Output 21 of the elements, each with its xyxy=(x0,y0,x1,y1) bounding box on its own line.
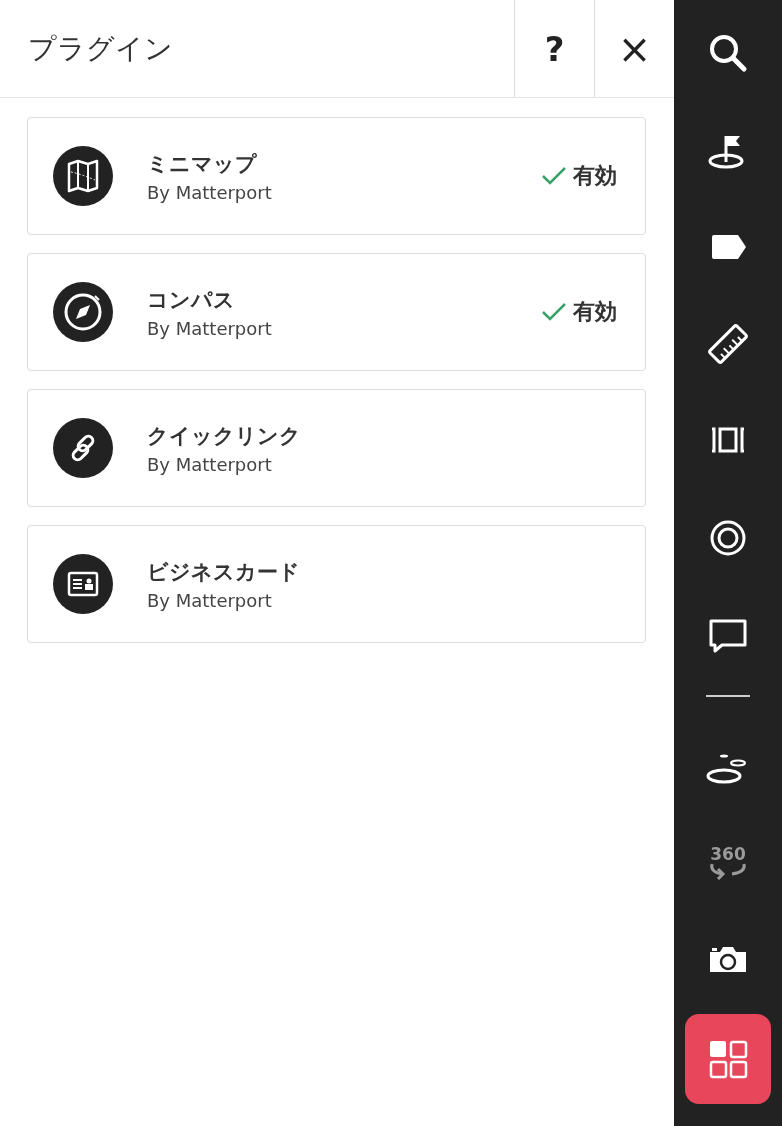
id-card-icon xyxy=(53,554,113,614)
plugin-card[interactable]: ミニマップ By Matterport 有効 xyxy=(27,117,646,235)
plugins-button[interactable] xyxy=(685,1014,771,1104)
plugin-name: ビジネスカード xyxy=(147,558,301,586)
plugin-card[interactable]: クイックリンク By Matterport xyxy=(27,389,646,507)
plugin-name: コンパス xyxy=(147,286,236,314)
compass-icon xyxy=(53,282,113,342)
plugin-card[interactable]: コンパス By Matterport 有効 xyxy=(27,253,646,371)
panel-title: プラグイン xyxy=(27,30,174,67)
map-icon xyxy=(53,146,113,206)
plugin-card[interactable]: ビジネスカード By Matterport xyxy=(27,525,646,643)
plugin-author: By Matterport xyxy=(147,453,273,475)
plugin-author: By Matterport xyxy=(147,181,273,203)
plugin-author: By Matterport xyxy=(147,317,273,339)
link-icon xyxy=(53,418,113,478)
enabled-status: 有効 xyxy=(573,298,617,326)
plugin-name: ミニマップ xyxy=(147,150,258,178)
plugin-name: クイックリンク xyxy=(147,422,302,450)
enabled-status: 有効 xyxy=(573,162,617,190)
ruler-icon xyxy=(706,322,750,366)
plugin-author: By Matterport xyxy=(147,589,273,611)
